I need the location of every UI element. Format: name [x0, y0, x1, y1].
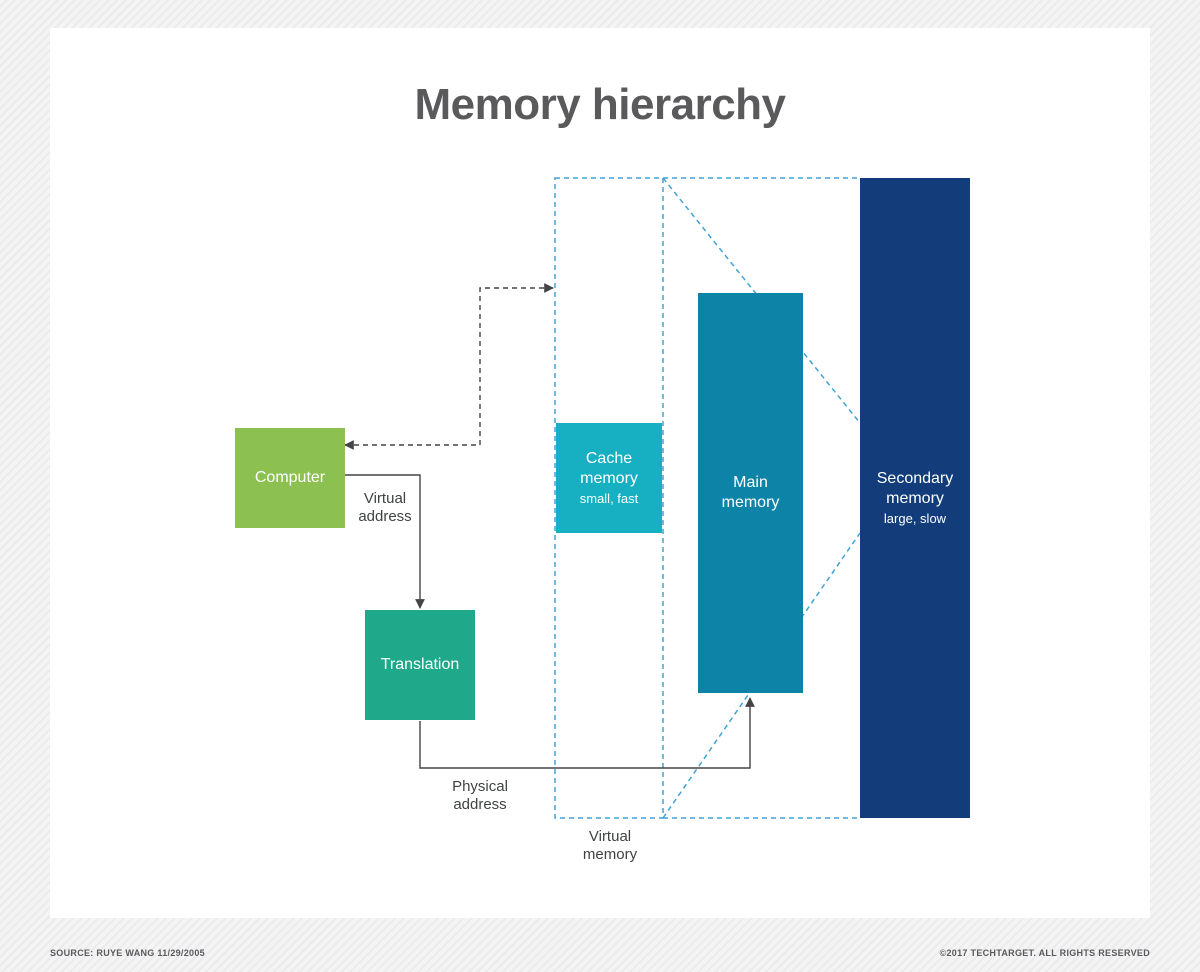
cache-label-2: memory	[580, 469, 638, 489]
mainmem-label-2: memory	[722, 493, 780, 513]
diagram-canvas: Memory hierarchy Computer	[50, 28, 1150, 918]
secondary-label-2: memory	[886, 489, 944, 509]
virtual-memory-label: Virtual memory	[570, 828, 650, 864]
virtual-address-l1: Virtual	[364, 490, 406, 507]
mainmem-label-1: Main	[733, 473, 768, 493]
virtual-address-label: Virtual address	[350, 490, 420, 526]
secondary-memory-box: Secondary memory large, slow	[860, 178, 970, 818]
physical-address-l1: Physical	[452, 778, 508, 795]
translation-box: Translation	[365, 610, 475, 720]
secondary-sublabel: large, slow	[884, 511, 946, 527]
footer-source: SOURCE: RUYE WANG 11/29/2005	[50, 948, 205, 958]
cache-box: Cache memory small, fast	[556, 423, 662, 533]
computer-label: Computer	[255, 468, 325, 488]
physical-address-l2: address	[453, 796, 506, 813]
main-memory-box: Main memory	[698, 293, 803, 693]
cache-sublabel: small, fast	[580, 491, 639, 507]
virtual-address-l2: address	[358, 508, 411, 525]
cache-label-1: Cache	[586, 449, 632, 469]
footer-copyright: ©2017 TECHTARGET. ALL RIGHTS RESERVED	[940, 948, 1150, 958]
computer-box: Computer	[235, 428, 345, 528]
virtualmem-label-1: Virtual	[589, 828, 631, 845]
arrow-computer-cache	[345, 288, 553, 445]
secondary-label-1: Secondary	[877, 469, 954, 489]
physical-address-label: Physical address	[440, 778, 520, 814]
translation-label: Translation	[381, 655, 460, 675]
virtualmem-label-2: memory	[583, 846, 637, 863]
page-root: Memory hierarchy Computer	[0, 0, 1200, 972]
